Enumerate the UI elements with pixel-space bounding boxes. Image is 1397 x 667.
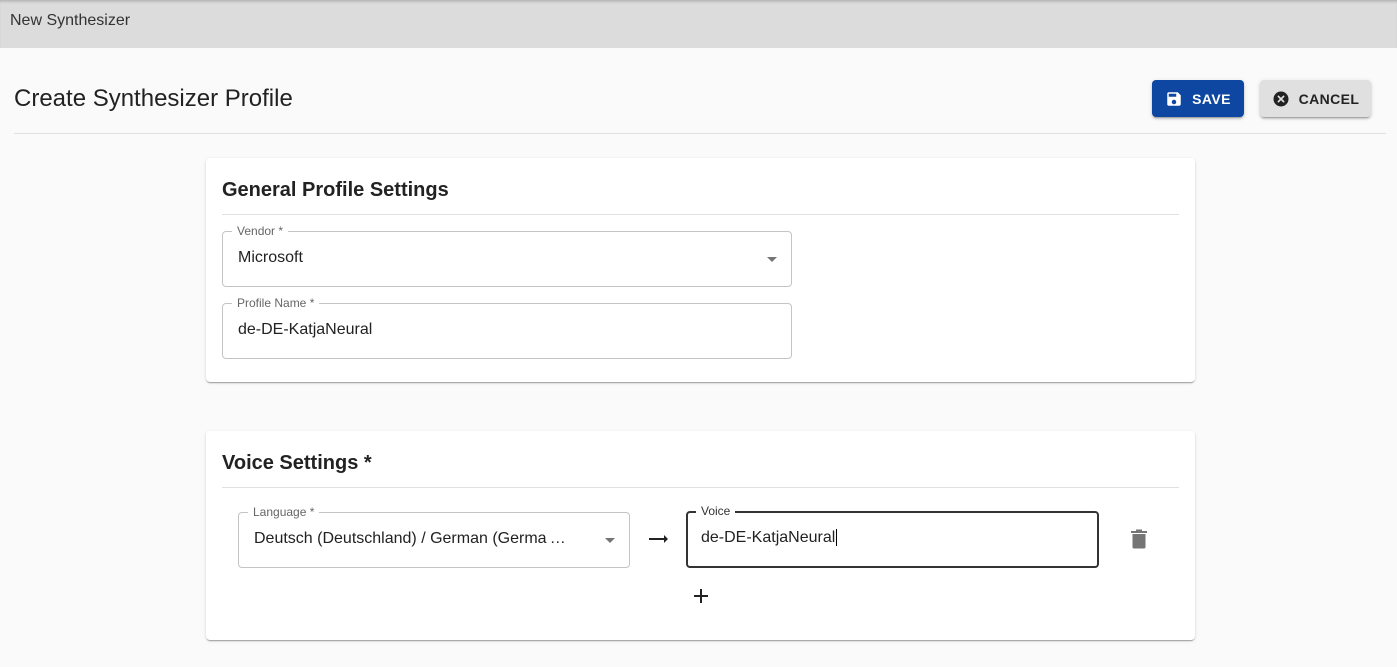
floppy-disk-icon [1165,90,1183,108]
voice-value: de-DE-KatjaNeural [701,529,836,546]
page-title: Create Synthesizer Profile [14,85,293,112]
save-label: SAVE [1192,90,1231,107]
vendor-value: Microsoft [238,249,303,266]
voice-input[interactable]: Voice de-DE-KatjaNeural [686,504,1099,568]
top-bar: New Synthesizer [0,0,1397,48]
card-divider [222,487,1179,488]
general-settings-title: General Profile Settings [222,179,449,201]
chevron-down-icon[interactable] [767,257,777,262]
arrow-right-icon [648,530,670,548]
profile-name-label: Profile Name * [232,296,320,310]
chevron-down-icon[interactable] [605,538,615,543]
cancel-circle-icon [1272,90,1290,108]
voice-label: Voice [696,504,736,518]
profile-name-value: de-DE-KatjaNeural [238,321,373,338]
save-button[interactable]: SAVE [1152,80,1244,117]
cancel-label: CANCEL [1298,90,1360,107]
card-divider [222,214,1179,215]
vendor-label: Vendor * [232,224,289,238]
language-select[interactable]: Language * Deutsch (Deutschland) / Germa… [238,505,630,568]
plus-icon[interactable] [692,587,710,605]
cancel-button[interactable]: CANCEL [1260,80,1371,117]
header-divider [14,133,1386,134]
vendor-select[interactable]: Vendor * Microsoft [222,224,792,287]
trash-icon[interactable] [1130,529,1148,549]
voice-settings-title: Voice Settings * [222,452,372,474]
text-caret [836,529,838,546]
language-label: Language * [248,505,320,519]
language-value: Deutsch (Deutschland) / German (Germa … [254,530,566,547]
general-settings-card: General Profile Settings Vendor * Micros… [206,158,1195,382]
window-title: New Synthesizer [10,12,131,29]
profile-name-input[interactable]: Profile Name * de-DE-KatjaNeural [222,296,792,359]
voice-value-wrap: de-DE-KatjaNeural [701,529,838,547]
voice-settings-card: Voice Settings * Language * Deutsch (Deu… [206,431,1195,640]
